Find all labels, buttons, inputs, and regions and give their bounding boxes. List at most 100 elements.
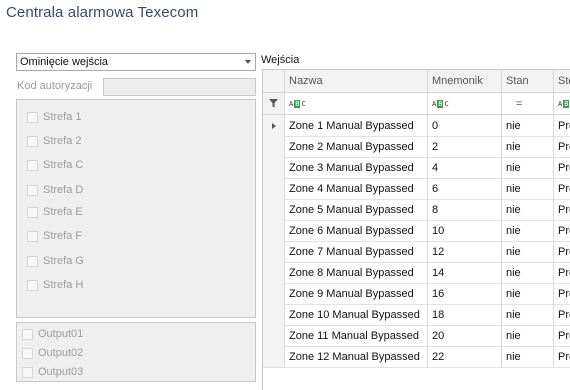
- output-checkbox-row[interactable]: Output01: [22, 326, 83, 342]
- state-filter-cell[interactable]: =: [502, 93, 554, 114]
- zone-checkbox[interactable]: [27, 111, 38, 123]
- cell-state[interactable]: nie: [502, 325, 554, 346]
- cell-mnemonic[interactable]: 14: [428, 262, 502, 283]
- cell-ste[interactable]: Pre: [554, 325, 570, 346]
- zone-checkbox-row[interactable]: Strefa F: [27, 228, 82, 244]
- table-row[interactable]: Zone 6 Manual Bypassed10niePre: [263, 220, 570, 242]
- table-row[interactable]: Zone 5 Manual Bypassed8niePre: [263, 199, 570, 221]
- cell-name[interactable]: Zone 1 Manual Bypassed: [285, 115, 428, 136]
- table-row[interactable]: Zone 11 Manual Bypassed20niePre: [263, 325, 570, 347]
- cell-state[interactable]: nie: [502, 136, 554, 157]
- zone-checkbox-label: Strefa H: [43, 279, 84, 291]
- zone-checkbox-row[interactable]: Strefa C: [27, 157, 83, 173]
- zone-checkbox-row[interactable]: Strefa E: [27, 204, 83, 220]
- table-row[interactable]: Zone 10 Manual Bypassed18niePre: [263, 304, 570, 326]
- column-header-ste[interactable]: Ste: [554, 70, 570, 92]
- column-header-mnemonic[interactable]: Mnemonik: [428, 70, 502, 92]
- zone-checkbox[interactable]: [27, 184, 38, 196]
- cell-ste[interactable]: Pre: [554, 115, 570, 136]
- cell-mnemonic[interactable]: 16: [428, 283, 502, 304]
- cell-state[interactable]: nie: [502, 157, 554, 178]
- abc-filter-icon: ABC: [558, 99, 570, 108]
- row-indicator: [263, 241, 285, 262]
- cell-state[interactable]: nie: [502, 199, 554, 220]
- table-row[interactable]: Zone 4 Manual Bypassed6niePre: [263, 178, 570, 200]
- cell-name[interactable]: Zone 3 Manual Bypassed: [285, 157, 428, 178]
- zone-checkbox-row[interactable]: Strefa G: [27, 253, 84, 269]
- cell-mnemonic[interactable]: 10: [428, 220, 502, 241]
- table-row[interactable]: Zone 12 Manual Bypassed22niePre: [263, 346, 570, 368]
- cell-state[interactable]: nie: [502, 241, 554, 262]
- cell-state[interactable]: nie: [502, 178, 554, 199]
- cell-name[interactable]: Zone 7 Manual Bypassed: [285, 241, 428, 262]
- cell-name[interactable]: Zone 8 Manual Bypassed: [285, 262, 428, 283]
- cell-ste[interactable]: Pre: [554, 304, 570, 325]
- table-row[interactable]: Zone 7 Manual Bypassed12niePre: [263, 241, 570, 263]
- table-row[interactable]: Zone 8 Manual Bypassed14niePre: [263, 262, 570, 284]
- cell-ste[interactable]: Pre: [554, 241, 570, 262]
- cell-name[interactable]: Zone 12 Manual Bypassed: [285, 346, 428, 367]
- table-row[interactable]: Zone 1 Manual Bypassed0niePre: [263, 115, 570, 137]
- mode-select[interactable]: Ominięcie wejścia: [16, 53, 256, 71]
- cell-mnemonic[interactable]: 2: [428, 136, 502, 157]
- cell-state[interactable]: nie: [502, 262, 554, 283]
- cell-name[interactable]: Zone 5 Manual Bypassed: [285, 199, 428, 220]
- column-header-state[interactable]: Stan: [502, 70, 554, 92]
- cell-ste[interactable]: Pre: [554, 157, 570, 178]
- cell-ste[interactable]: Pre: [554, 262, 570, 283]
- cell-mnemonic[interactable]: 6: [428, 178, 502, 199]
- cell-ste[interactable]: Pre: [554, 283, 570, 304]
- output-checkbox-row[interactable]: Output03: [22, 364, 83, 380]
- zone-checkbox-row[interactable]: Strefa D: [27, 182, 83, 198]
- table-row[interactable]: Zone 9 Manual Bypassed16niePre: [263, 283, 570, 305]
- cell-mnemonic[interactable]: 4: [428, 157, 502, 178]
- cell-name[interactable]: Zone 4 Manual Bypassed: [285, 178, 428, 199]
- cell-name[interactable]: Zone 10 Manual Bypassed: [285, 304, 428, 325]
- cell-ste[interactable]: Pre: [554, 199, 570, 220]
- zone-checkbox[interactable]: [27, 230, 38, 242]
- table-row[interactable]: Zone 3 Manual Bypassed4niePre: [263, 157, 570, 179]
- cell-mnemonic[interactable]: 20: [428, 325, 502, 346]
- chevron-down-icon[interactable]: [245, 60, 251, 64]
- output-checkbox[interactable]: [22, 366, 33, 378]
- output-checkbox[interactable]: [22, 328, 33, 340]
- ste-filter-cell[interactable]: ABC: [554, 93, 570, 114]
- filter-funnel-icon: [263, 93, 285, 114]
- zone-checkbox[interactable]: [27, 255, 38, 267]
- zone-checkbox[interactable]: [27, 159, 38, 171]
- cell-mnemonic[interactable]: 18: [428, 304, 502, 325]
- cell-name[interactable]: Zone 2 Manual Bypassed: [285, 136, 428, 157]
- zone-checkbox[interactable]: [27, 206, 38, 218]
- cell-mnemonic[interactable]: 22: [428, 346, 502, 367]
- cell-mnemonic[interactable]: 0: [428, 115, 502, 136]
- zone-checkbox-label: Strefa C: [43, 159, 84, 171]
- zone-checkbox-row[interactable]: Strefa 1: [27, 109, 82, 125]
- cell-ste[interactable]: Pre: [554, 220, 570, 241]
- zone-checkbox-row[interactable]: Strefa 2: [27, 133, 82, 149]
- output-checkbox-row[interactable]: Output02: [22, 345, 83, 361]
- cell-name[interactable]: Zone 9 Manual Bypassed: [285, 283, 428, 304]
- zone-checkbox[interactable]: [27, 135, 38, 147]
- cell-state[interactable]: nie: [502, 346, 554, 367]
- cell-state[interactable]: nie: [502, 304, 554, 325]
- auth-code-input[interactable]: [103, 78, 256, 96]
- table-row[interactable]: Zone 2 Manual Bypassed2niePre: [263, 136, 570, 158]
- cell-state[interactable]: nie: [502, 283, 554, 304]
- cell-state[interactable]: nie: [502, 115, 554, 136]
- column-header-name[interactable]: Nazwa: [285, 70, 428, 92]
- output-checkbox[interactable]: [22, 347, 33, 359]
- cell-ste[interactable]: Pre: [554, 346, 570, 367]
- cell-mnemonic[interactable]: 12: [428, 241, 502, 262]
- cell-state[interactable]: nie: [502, 220, 554, 241]
- cell-name[interactable]: Zone 6 Manual Bypassed: [285, 220, 428, 241]
- zone-checkbox-label: Strefa F: [43, 230, 83, 242]
- zone-checkbox[interactable]: [27, 279, 38, 291]
- current-row-arrow-icon: [271, 122, 276, 129]
- name-filter-cell[interactable]: ABC: [285, 93, 428, 114]
- cell-ste[interactable]: Pre: [554, 178, 570, 199]
- cell-name[interactable]: Zone 11 Manual Bypassed: [285, 325, 428, 346]
- cell-mnemonic[interactable]: 8: [428, 199, 502, 220]
- zone-checkbox-row[interactable]: Strefa H: [27, 277, 83, 293]
- cell-ste[interactable]: Pre: [554, 136, 570, 157]
- mnemonic-filter-cell[interactable]: ABC: [428, 93, 502, 114]
